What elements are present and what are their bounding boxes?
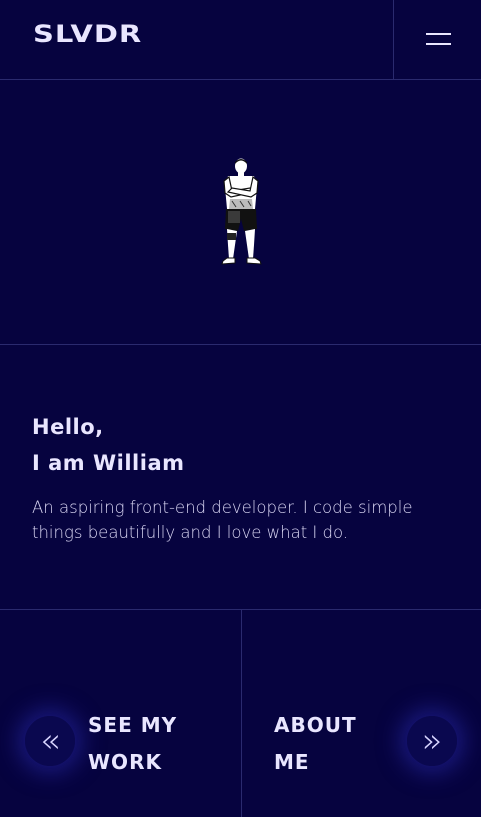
double-chevron-left-icon: « — [25, 716, 75, 766]
greeting-heading: Hello, I am William — [32, 409, 185, 481]
see-my-work-line-1: SEE MY — [88, 713, 178, 737]
see-my-work-link[interactable]: « SEE MY WORK — [0, 610, 241, 817]
bottom-navigation: « SEE MY WORK ABOUT ME » — [0, 610, 481, 817]
site-logo[interactable]: SLVDR — [33, 20, 142, 48]
menu-button[interactable] — [393, 0, 481, 79]
hero-section — [0, 80, 481, 344]
double-chevron-right-icon: » — [407, 716, 457, 766]
person-standing-illustration — [221, 158, 262, 265]
intro-section: Hello, I am William An aspiring front-en… — [0, 345, 481, 609]
see-my-work-line-2: WORK — [88, 750, 162, 774]
site-header: SLVDR — [0, 0, 481, 79]
see-my-work-label: SEE MY WORK — [88, 707, 177, 781]
about-me-line-2: ME — [274, 750, 310, 774]
about-me-label: ABOUT ME — [274, 707, 357, 781]
greeting-line-1: Hello, — [32, 415, 104, 439]
about-me-link[interactable]: ABOUT ME » — [242, 610, 481, 817]
hamburger-icon — [426, 33, 451, 35]
about-me-line-1: ABOUT — [274, 713, 357, 737]
intro-description: An aspiring front-end developer. I code … — [32, 498, 413, 542]
greeting-line-2: I am William — [32, 451, 185, 475]
